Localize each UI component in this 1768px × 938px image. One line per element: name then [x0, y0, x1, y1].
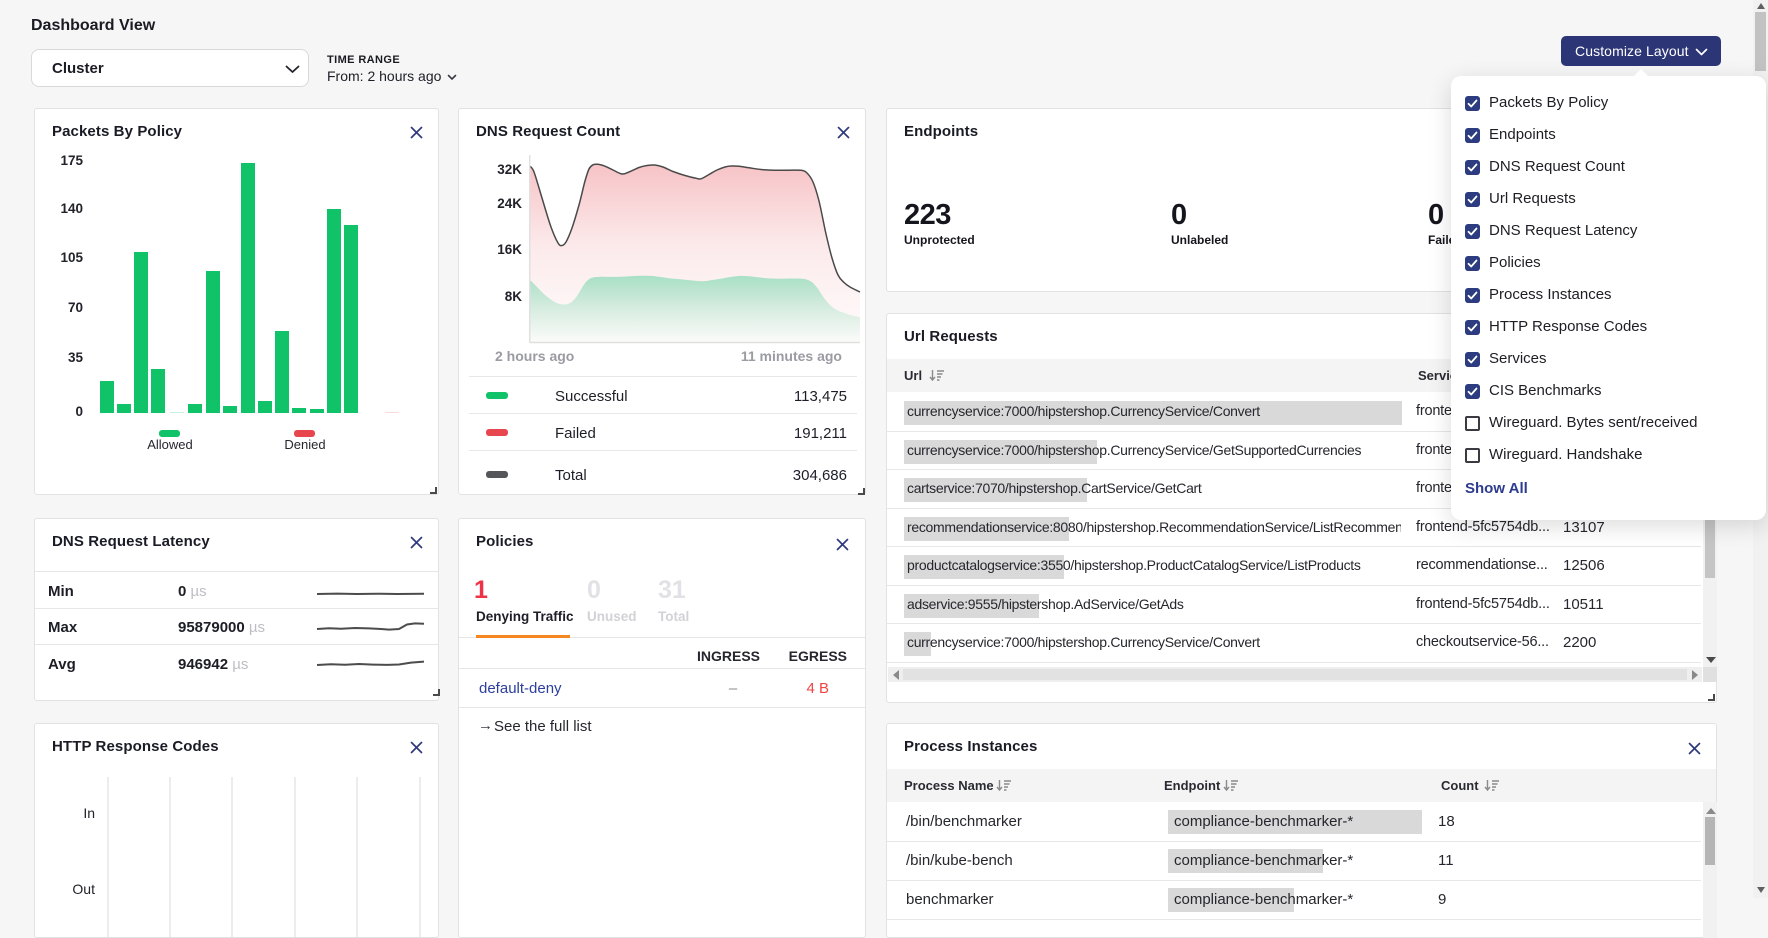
svg-text:16K: 16K	[497, 242, 522, 257]
svg-text:8K: 8K	[505, 289, 523, 304]
svg-text:24K: 24K	[497, 196, 522, 211]
svg-text:32K: 32K	[497, 162, 522, 177]
